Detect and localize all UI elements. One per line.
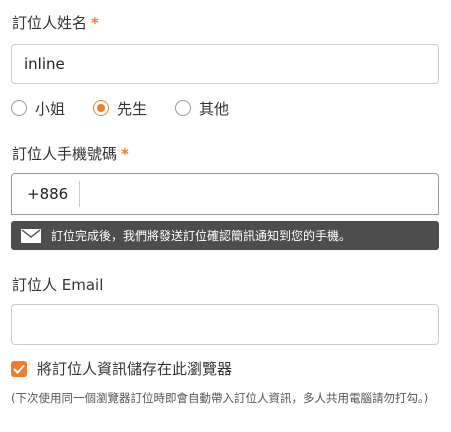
radio-circle-other[interactable] (175, 100, 192, 116)
title-radio-group: 小姐 先生 其他 (11, 96, 257, 120)
name-label: 訂位人姓名 * (12, 12, 99, 33)
phone-input[interactable] (80, 174, 438, 214)
email-input[interactable] (11, 304, 439, 345)
country-code[interactable]: +886 (12, 181, 80, 207)
radio-label-mr: 先生 (117, 99, 148, 118)
required-mark: * (121, 145, 129, 163)
sms-hint: 訂位完成後，我們將發送訂位確認簡訊通知到您的手機。 (11, 221, 439, 250)
save-info-row[interactable]: 將訂位人資訊儲存在此瀏覽器 (11, 358, 232, 379)
email-label: 訂位人 Email (12, 276, 104, 294)
phone-label-text: 訂位人手機號碼 (12, 145, 118, 163)
name-input[interactable]: inline (11, 44, 439, 84)
sms-hint-text: 訂位完成後，我們將發送訂位確認簡訊通知到您的手機。 (51, 229, 352, 243)
save-info-label: 將訂位人資訊儲存在此瀏覽器 (37, 360, 233, 378)
checkmark-icon (13, 364, 25, 374)
radio-label-other: 其他 (199, 99, 230, 118)
radio-option-mr[interactable]: 先生 (93, 98, 147, 119)
radio-option-other[interactable]: 其他 (175, 98, 229, 119)
phone-label: 訂位人手機號碼 * (12, 143, 129, 164)
radio-label-miss: 小姐 (35, 99, 66, 118)
name-label-text: 訂位人姓名 (12, 14, 88, 32)
save-info-note: (下次使用同一個瀏覽器訂位時即會自動帶入訂位人資訊，多人共用電腦請勿打勾。) (11, 391, 429, 405)
required-mark: * (91, 14, 99, 32)
save-info-checkbox[interactable] (11, 360, 27, 377)
radio-circle-mr[interactable] (93, 100, 110, 116)
mail-icon (21, 228, 41, 243)
radio-option-miss[interactable]: 小姐 (11, 98, 65, 119)
name-input-value: inline (24, 55, 65, 73)
phone-field: +886 (11, 173, 439, 215)
radio-circle-miss[interactable] (11, 100, 27, 116)
radio-selected-dot (97, 104, 106, 112)
